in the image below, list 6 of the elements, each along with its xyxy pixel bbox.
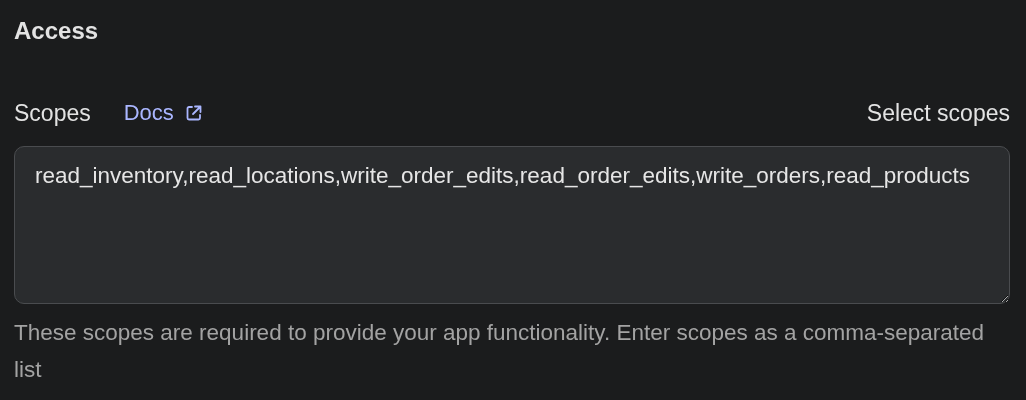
field-label: Scopes	[14, 99, 91, 127]
help-text: These scopes are required to provide your app functionality. Enter scopes as a comma-separated list	[14, 319, 986, 384]
select-scopes-link[interactable]: Select scopes	[866, 99, 1010, 127]
docs-link[interactable]: Docs	[123, 100, 204, 126]
scopes-input-field[interactable]: read_inventory,read_locations,write_order_edits,read_order_edits,write_orders,read_products	[14, 146, 1010, 304]
section-title: Access	[14, 16, 100, 46]
